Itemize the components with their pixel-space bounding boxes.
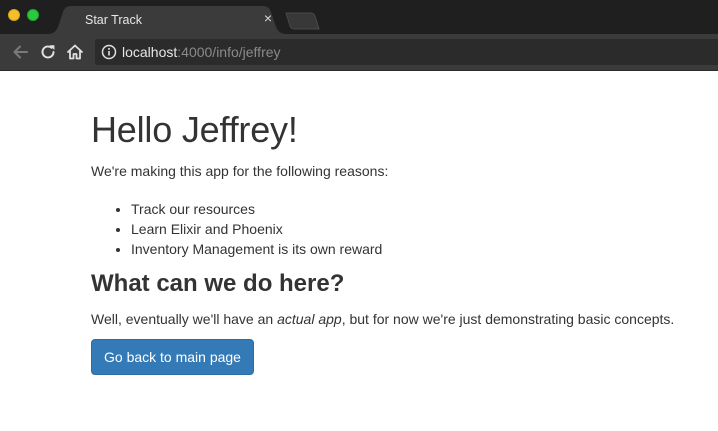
explanation-emphasis: actual app <box>277 311 342 328</box>
list-item: Learn Elixir and Phoenix <box>131 219 711 239</box>
section-heading: What can we do here? <box>91 270 345 298</box>
close-icon[interactable]: × <box>261 11 275 25</box>
url-text: localhost:4000/info/jeffrey <box>122 44 281 60</box>
minimize-window-button[interactable] <box>8 9 20 21</box>
list-item: Inventory Management is its own reward <box>131 239 711 259</box>
reload-icon <box>41 45 55 59</box>
list-item: Track our resources <box>131 199 711 219</box>
intro-text: We're making this app for the following … <box>91 163 389 180</box>
url-path: :4000/info/jeffrey <box>177 44 281 60</box>
url-host: localhost <box>122 44 178 60</box>
home-button[interactable] <box>65 42 85 62</box>
new-tab-icon <box>285 12 320 30</box>
reload-button[interactable] <box>38 42 58 62</box>
back-to-main-button[interactable]: Go back to main page <box>91 339 254 376</box>
page-viewport: Hello Jeffrey! We're making this app for… <box>0 71 718 431</box>
new-tab-button[interactable] <box>284 12 320 30</box>
browser-toolbar: localhost:4000/info/jeffrey <box>0 34 718 71</box>
browser-tab-active[interactable]: Star Track × <box>47 6 287 34</box>
arrow-left-icon <box>13 45 28 59</box>
info-icon[interactable] <box>101 44 117 60</box>
explanation-text: Well, eventually we'll have an actual ap… <box>91 309 711 329</box>
tab-shape <box>47 6 287 34</box>
main-content: Hello Jeffrey! We're making this app for… <box>91 109 711 376</box>
page-title: Hello Jeffrey! <box>91 109 298 150</box>
explanation-end: , but for now we're just demonstrating b… <box>341 311 675 328</box>
tab-title: Star Track <box>85 13 142 27</box>
back-button[interactable] <box>11 42 31 62</box>
home-icon <box>67 44 83 60</box>
explanation-start: Well, eventually we'll have an <box>91 311 278 328</box>
maximize-window-button[interactable] <box>27 9 39 21</box>
tab-strip: Star Track × <box>0 0 718 34</box>
address-bar[interactable]: localhost:4000/info/jeffrey <box>95 39 718 65</box>
reasons-list: Track our resources Learn Elixir and Pho… <box>91 199 711 259</box>
